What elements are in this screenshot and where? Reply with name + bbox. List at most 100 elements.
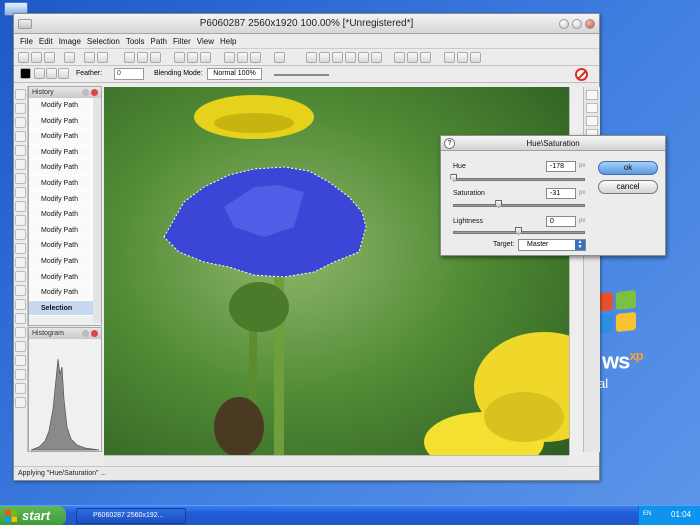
pencil-tool-icon[interactable] xyxy=(15,173,26,184)
canvas-icon[interactable] xyxy=(237,52,248,63)
shape-tool-icon[interactable] xyxy=(15,257,26,268)
zoom-tool-icon[interactable] xyxy=(15,397,26,408)
dodge-tool-icon[interactable] xyxy=(15,313,26,324)
path-panel-icon[interactable] xyxy=(586,116,598,126)
selection-mode-icon[interactable] xyxy=(34,68,45,79)
stop-icon[interactable] xyxy=(575,68,588,81)
selection-add-icon[interactable] xyxy=(46,68,57,79)
history-item[interactable]: Modify Path xyxy=(29,175,101,192)
fill-tool-icon[interactable] xyxy=(15,215,26,226)
selection-tool-icon[interactable] xyxy=(15,89,26,100)
channel-tool-icon[interactable] xyxy=(586,103,598,113)
history-close-button[interactable] xyxy=(91,89,98,96)
guides-icon[interactable] xyxy=(420,52,431,63)
history-item[interactable]: Modify Path xyxy=(29,144,101,161)
pointer-tool-icon[interactable] xyxy=(15,355,26,366)
drop-tool-icon[interactable] xyxy=(15,229,26,240)
eraser-tool-icon[interactable] xyxy=(15,187,26,198)
burn-tool-icon[interactable] xyxy=(15,327,26,338)
move-tool-icon[interactable] xyxy=(15,341,26,352)
start-button[interactable]: start xyxy=(0,506,66,525)
history-item[interactable]: Modify Path xyxy=(29,207,101,223)
help-icon[interactable]: ? xyxy=(444,138,455,149)
history-item[interactable]: Modify Path xyxy=(29,160,101,176)
history-item[interactable]: Modify Path xyxy=(29,113,101,130)
menu-file[interactable]: File xyxy=(20,37,33,46)
history-collapse-button[interactable] xyxy=(82,89,89,96)
marquee-tool-icon[interactable] xyxy=(15,117,26,128)
copy-icon[interactable] xyxy=(137,52,148,63)
history-item[interactable]: Modify Path xyxy=(29,238,101,254)
grid-icon[interactable] xyxy=(394,52,405,63)
ok-button[interactable]: ok xyxy=(598,161,658,175)
open-file-icon[interactable] xyxy=(31,52,42,63)
menu-selection[interactable]: Selection xyxy=(87,37,120,46)
print-icon[interactable] xyxy=(64,52,75,63)
filter-icon[interactable] xyxy=(250,52,261,63)
smudge-tool-icon[interactable] xyxy=(15,299,26,310)
path-tool-icon[interactable] xyxy=(15,369,26,380)
history-item[interactable]: Modify Path xyxy=(29,253,101,270)
taskbar-app-button[interactable]: P6060287 2560x192... xyxy=(76,508,186,524)
histogram-close-button[interactable] xyxy=(91,330,98,337)
feather-input[interactable]: 0 xyxy=(114,68,144,80)
target-select[interactable]: Master ▲ ▼ xyxy=(518,239,586,251)
hand-icon[interactable] xyxy=(306,52,317,63)
zoom-actual-icon[interactable] xyxy=(358,52,369,63)
saturation-input[interactable]: -31 xyxy=(546,188,576,199)
rotate-icon[interactable] xyxy=(187,52,198,63)
zoom-in-icon[interactable] xyxy=(319,52,330,63)
crop-icon[interactable] xyxy=(174,52,185,63)
cancel-button[interactable]: cancel xyxy=(598,180,658,194)
history-item[interactable]: Modify Path xyxy=(29,222,101,239)
hue-input[interactable]: -178 xyxy=(546,161,576,172)
clone-tool-icon[interactable] xyxy=(15,271,26,282)
canvas-horizontal-scrollbar[interactable] xyxy=(104,455,569,465)
maximize-button[interactable] xyxy=(572,19,582,29)
blending-mode-select[interactable]: Normal 100% xyxy=(207,68,262,80)
histogram-collapse-button[interactable] xyxy=(82,330,89,337)
save-icon[interactable] xyxy=(44,52,55,63)
new-file-icon[interactable] xyxy=(18,52,29,63)
wand-tool-icon[interactable] xyxy=(15,131,26,142)
ruler-icon[interactable] xyxy=(407,52,418,63)
zoom-selection-icon[interactable] xyxy=(371,52,382,63)
resize-icon[interactable] xyxy=(224,52,235,63)
foreground-color-icon[interactable] xyxy=(20,68,31,79)
menu-filter[interactable]: Filter xyxy=(173,37,191,46)
cut-icon[interactable] xyxy=(124,52,135,63)
crop-tool-icon[interactable] xyxy=(15,145,26,156)
clock[interactable]: 01:04 xyxy=(671,510,691,519)
history-item[interactable]: Modify Path xyxy=(29,129,101,145)
paste-icon[interactable] xyxy=(150,52,161,63)
menu-path[interactable]: Path xyxy=(151,37,167,46)
history-scrollbar[interactable] xyxy=(93,98,101,323)
zoom-fit-icon[interactable] xyxy=(345,52,356,63)
layer-tool-icon[interactable] xyxy=(586,90,598,100)
fullscreen-icon[interactable] xyxy=(444,52,455,63)
hue-saturation-titlebar[interactable]: ? Hue\Saturation xyxy=(441,136,665,151)
menu-edit[interactable]: Edit xyxy=(39,37,53,46)
selection-subtract-icon[interactable] xyxy=(58,68,69,79)
undo-icon[interactable] xyxy=(84,52,95,63)
brush-tool-icon[interactable] xyxy=(15,159,26,170)
hand-tool-icon[interactable] xyxy=(15,383,26,394)
menu-tools[interactable]: Tools xyxy=(126,37,145,46)
menu-image[interactable]: Image xyxy=(59,37,81,46)
hue-slider[interactable] xyxy=(453,178,585,181)
saturation-slider[interactable] xyxy=(453,204,585,207)
layers-icon[interactable] xyxy=(274,52,285,63)
history-item[interactable]: Modify Path xyxy=(29,191,101,208)
lasso-tool-icon[interactable] xyxy=(15,103,26,114)
info-icon[interactable] xyxy=(470,52,481,63)
flip-icon[interactable] xyxy=(200,52,211,63)
zoom-out-icon[interactable] xyxy=(332,52,343,63)
minimize-button[interactable] xyxy=(559,19,569,29)
redo-icon[interactable] xyxy=(97,52,108,63)
menu-view[interactable]: View xyxy=(197,37,214,46)
close-button[interactable] xyxy=(585,19,595,29)
history-item-selected[interactable]: Selection xyxy=(29,300,101,317)
language-indicator[interactable]: EN xyxy=(643,511,651,517)
history-item[interactable]: Modify Path xyxy=(29,285,101,301)
lightness-input[interactable]: 0 xyxy=(546,216,576,227)
